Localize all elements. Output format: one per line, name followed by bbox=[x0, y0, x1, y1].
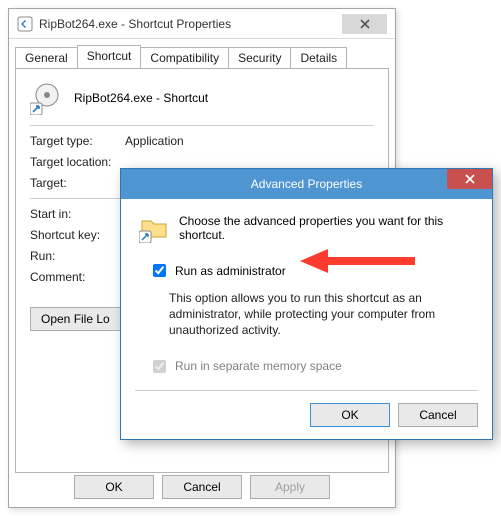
tab-general[interactable]: General bbox=[15, 47, 78, 69]
folder-shortcut-icon bbox=[139, 213, 169, 243]
drive-shortcut-icon bbox=[30, 81, 64, 115]
run-as-admin-row[interactable]: Run as administrator bbox=[149, 261, 474, 280]
adv-dialog-buttons: OK Cancel bbox=[310, 403, 478, 427]
separate-memory-row: Run in separate memory space bbox=[149, 357, 474, 376]
tab-compatibility[interactable]: Compatibility bbox=[140, 47, 229, 69]
cancel-button[interactable]: Cancel bbox=[162, 475, 242, 499]
window-title: RipBot264.exe - Shortcut Properties bbox=[39, 17, 231, 31]
advanced-properties-window: Advanced Properties Choose the advanced … bbox=[120, 168, 493, 440]
run-as-admin-description: This option allows you to run this short… bbox=[169, 290, 464, 339]
target-type-value: Application bbox=[125, 134, 184, 148]
close-icon[interactable] bbox=[342, 14, 387, 34]
close-icon[interactable] bbox=[447, 169, 492, 189]
ok-button[interactable]: OK bbox=[310, 403, 390, 427]
choose-advanced-text: Choose the advanced properties you want … bbox=[179, 214, 474, 242]
target-location-label: Target location: bbox=[30, 155, 125, 169]
comment-label: Comment: bbox=[30, 270, 125, 284]
target-label: Target: bbox=[30, 176, 125, 190]
tab-security[interactable]: Security bbox=[228, 47, 291, 69]
titlebar[interactable]: RipBot264.exe - Shortcut Properties bbox=[9, 9, 395, 39]
adv-titlebar[interactable]: Advanced Properties bbox=[121, 169, 492, 199]
cancel-button[interactable]: Cancel bbox=[398, 403, 478, 427]
run-label: Run: bbox=[30, 249, 125, 263]
apply-button[interactable]: Apply bbox=[250, 475, 330, 499]
shortcut-name: RipBot264.exe - Shortcut bbox=[74, 91, 208, 105]
adv-window-title: Advanced Properties bbox=[251, 177, 362, 191]
ok-button[interactable]: OK bbox=[74, 475, 154, 499]
tab-strip: General Shortcut Compatibility Security … bbox=[9, 39, 395, 68]
tab-details[interactable]: Details bbox=[290, 47, 347, 69]
separate-memory-checkbox bbox=[153, 360, 166, 373]
tab-shortcut[interactable]: Shortcut bbox=[77, 45, 142, 68]
target-type-label: Target type: bbox=[30, 134, 125, 148]
shortcut-key-label: Shortcut key: bbox=[30, 228, 125, 242]
window-icon bbox=[17, 16, 33, 32]
separate-memory-label: Run in separate memory space bbox=[175, 359, 342, 373]
run-as-admin-label: Run as administrator bbox=[175, 264, 286, 278]
open-file-location-button[interactable]: Open File Lo bbox=[30, 307, 121, 331]
run-as-admin-checkbox[interactable] bbox=[153, 264, 166, 277]
dialog-buttons: OK Cancel Apply bbox=[9, 475, 395, 499]
start-in-label: Start in: bbox=[30, 207, 125, 221]
